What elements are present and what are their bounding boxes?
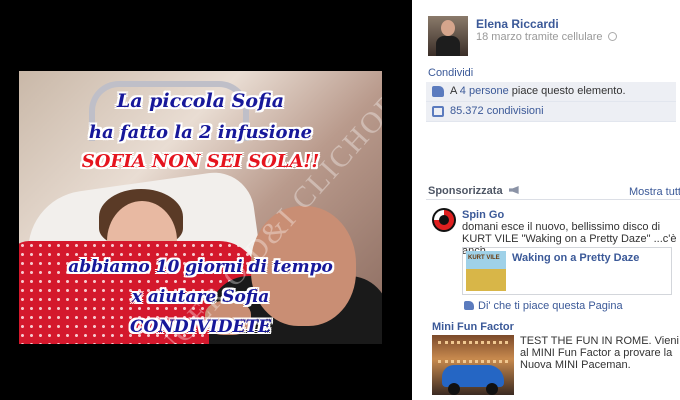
shares-row[interactable]: 85.372 condivisioni [426,102,676,122]
spin-go-logo[interactable] [432,208,456,232]
like-page-label[interactable]: Di' che ti piace questa Pagina [478,300,623,312]
show-all-link[interactable]: Mostra tutte [629,186,680,198]
caption-line-3: SOFIA NON SEI SOLA!! [81,151,320,172]
colosseum [438,341,508,363]
ad-title[interactable]: Mini Fun Factor [432,321,514,333]
caption-line-1: La piccola Sofia [116,90,285,112]
avatar-head [441,20,455,36]
likes-suffix: piace questo elemento. [508,85,626,97]
photo-viewer: SINGER O D&I CLICHOR La piccola Sofia ha… [0,0,412,400]
author-avatar[interactable] [428,16,468,56]
thumb-icon [464,301,474,310]
post-photo[interactable]: SINGER O D&I CLICHOR La piccola Sofia ha… [19,71,382,344]
ad-attachment[interactable]: KURT VILE Waking on a Pretty Daze [462,247,672,295]
avatar-torso [436,36,460,56]
likes-row: A 4 persone piace questo elemento. [426,82,676,102]
album-thumbnail-text: KURT VILE [468,255,500,261]
caption-line-5: x aiutare Sofia [131,287,270,307]
car-wheel [448,383,460,395]
share-icon [432,106,444,117]
post-meta: 18 marzo tramite cellulare [476,31,617,43]
caption-line-2: ha fatto la 2 infusione [88,122,313,143]
likes-prefix: A [450,85,460,97]
thumb-icon [432,86,444,97]
shares-count[interactable]: 85.372 condivisioni [450,105,544,117]
share-link[interactable]: Condividi [428,67,473,79]
post-sidebar: Elena Riccardi 18 marzo tramite cellular… [412,0,680,400]
likes-count-link[interactable]: 4 persone [460,85,509,97]
like-page-link[interactable]: Di' che ti piace questa Pagina [464,300,623,312]
ad-title[interactable]: Spin Go [462,209,504,221]
sponsored-header: Sponsorizzata [428,185,519,197]
logo-center [439,215,449,225]
author-name[interactable]: Elena Riccardi [476,17,559,31]
post-meta-text[interactable]: 18 marzo tramite cellulare [476,31,603,43]
megaphone-icon [508,186,519,194]
globe-icon [607,32,617,41]
ad-attachment-title[interactable]: Waking on a Pretty Daze [512,252,639,264]
car-wheel [486,383,498,395]
caption-line-6: CONDIVIDETE [129,317,272,337]
ad-text[interactable]: TEST THE FUN IN ROME. Vieni al MINI Fun … [520,335,680,371]
divider [426,199,680,200]
album-thumbnail[interactable]: KURT VILE [466,251,506,291]
sponsored-title: Sponsorizzata [428,185,503,197]
caption-line-4: abbiamo 10 giorni di tempo [68,257,333,277]
ad-image[interactable] [432,335,514,395]
